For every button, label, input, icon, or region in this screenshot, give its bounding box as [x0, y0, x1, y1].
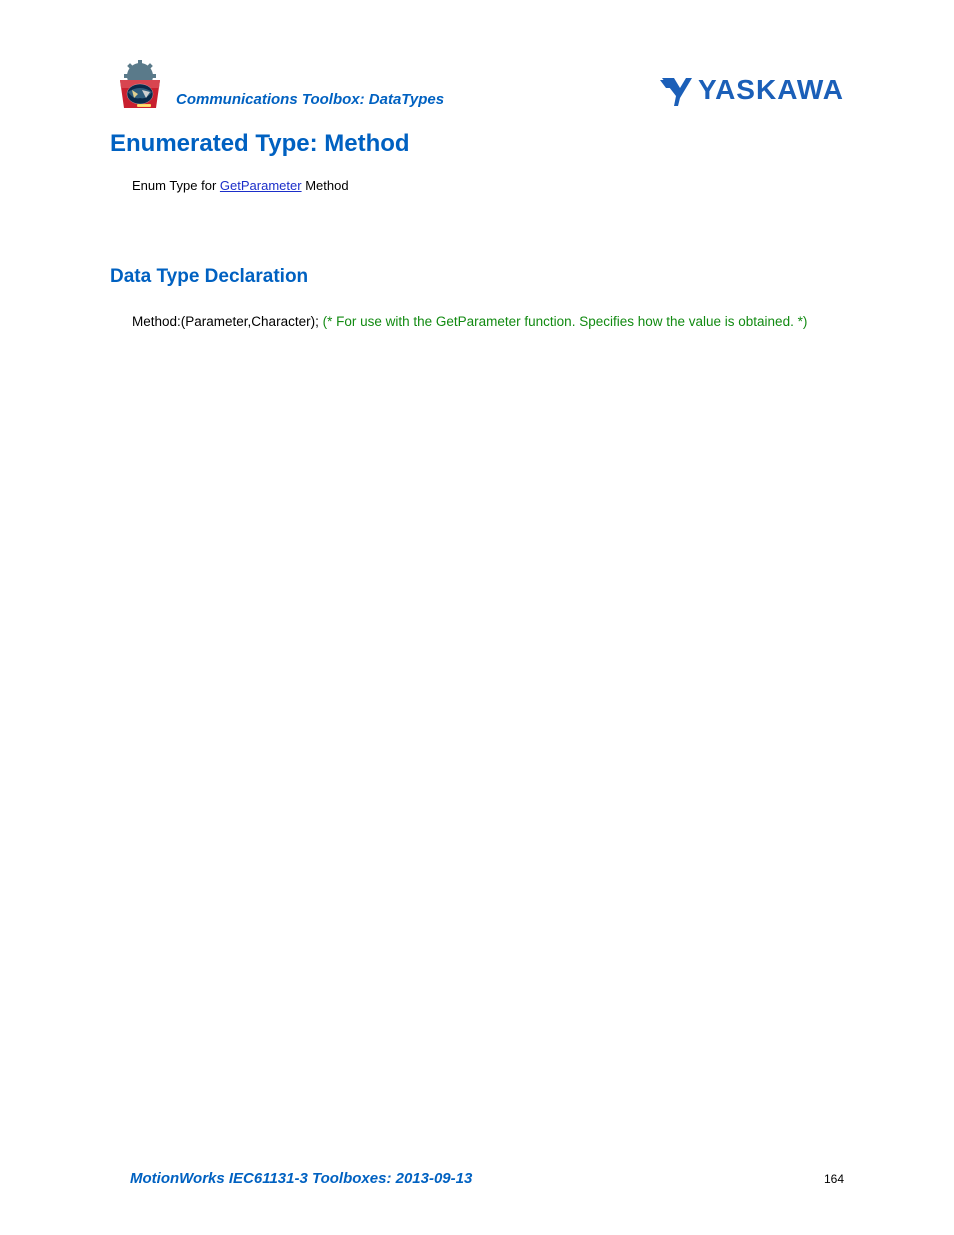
brand-logo: YASKAWA [660, 74, 844, 112]
page-title: Enumerated Type: Method [110, 130, 844, 158]
page-footer: MotionWorks IEC61131-3 Toolboxes: 2013-0… [0, 1170, 954, 1187]
brand-mark-icon [660, 74, 692, 106]
page-header: Communications Toolbox: DataTypes YASKAW… [110, 60, 844, 112]
header-breadcrumb: Communications Toolbox: DataTypes [176, 91, 444, 112]
footer-title: MotionWorks IEC61131-3 Toolboxes: 2013-0… [130, 1170, 472, 1187]
brand-text: YASKAWA [698, 74, 844, 106]
intro-prefix: Enum Type for [132, 178, 220, 193]
getparameter-link[interactable]: GetParameter [220, 178, 302, 193]
section-heading: Data Type Declaration [110, 266, 844, 288]
header-left-group: Communications Toolbox: DataTypes [110, 60, 444, 112]
footer-page-number: 164 [824, 1172, 844, 1186]
intro-suffix: Method [302, 178, 349, 193]
declaration-code: Method:(Parameter,Character); [132, 314, 323, 329]
product-badge-icon [110, 60, 170, 112]
declaration-comment: (* For use with the GetParameter functio… [323, 314, 808, 329]
document-page: Communications Toolbox: DataTypes YASKAW… [0, 0, 954, 1235]
intro-paragraph: Enum Type for GetParameter Method [132, 176, 844, 196]
declaration-block: Method:(Parameter,Character); (* For use… [132, 310, 844, 335]
